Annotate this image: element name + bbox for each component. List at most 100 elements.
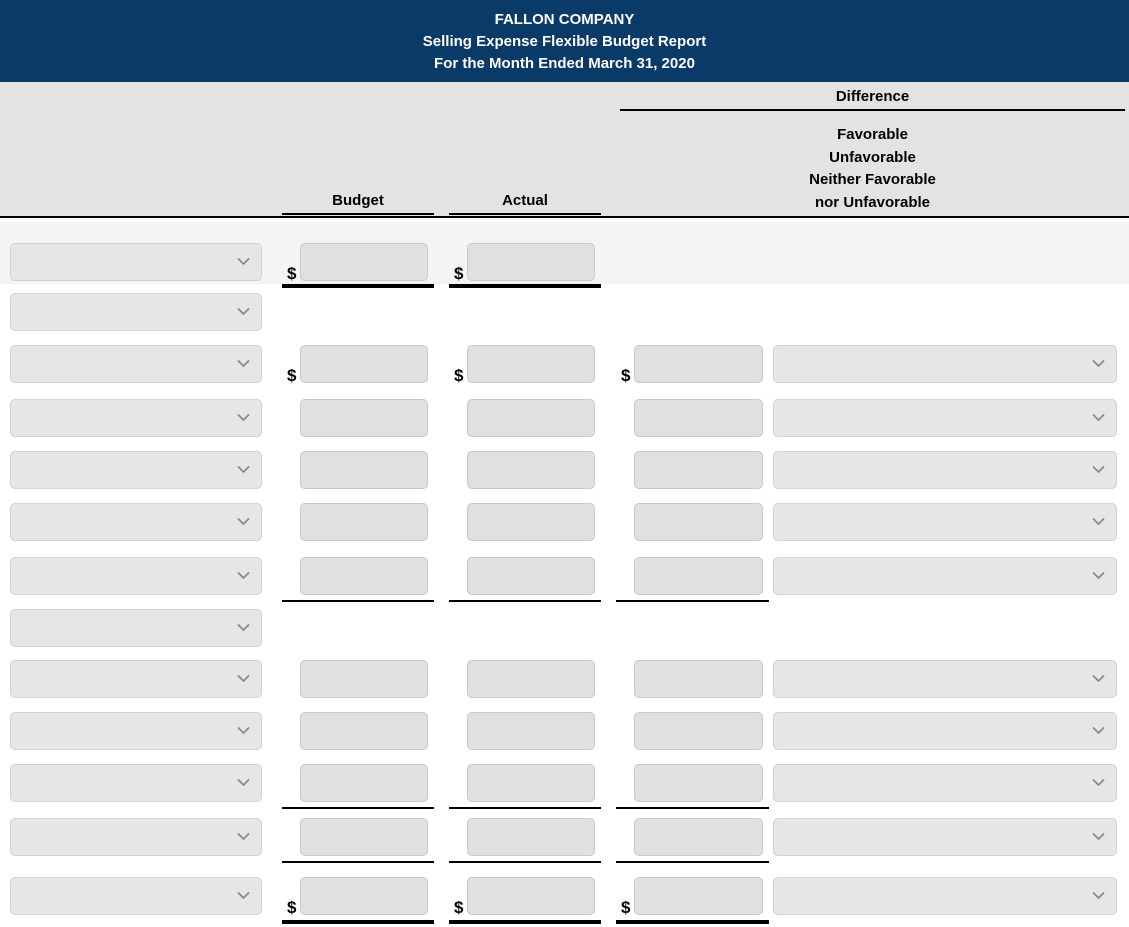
chevron-down-icon (237, 621, 250, 634)
chevron-down-icon (237, 724, 250, 737)
row-13-actual-currency-symbol: $ (454, 898, 464, 917)
row-10-difference-select[interactable] (773, 712, 1117, 750)
row-3-actual-input[interactable] (467, 345, 595, 383)
difference-option-neither-2: nor Unfavorable (814, 193, 931, 211)
row-13-a-total-rule (449, 920, 601, 924)
chevron-down-icon (237, 305, 250, 318)
row-13-account-select[interactable] (10, 877, 262, 915)
row-1-a-total-rule (449, 284, 601, 288)
budget-column-header: Budget (282, 192, 434, 215)
difference-options-legend: Favorable Unfavorable Neither Favorable … (620, 124, 1125, 214)
row-7-account-select[interactable] (10, 557, 262, 595)
row-3-budget-input[interactable] (300, 345, 428, 383)
row-10-actual-input[interactable] (467, 712, 595, 750)
row-10-account-select[interactable] (10, 712, 262, 750)
report-title-block: FALLON COMPANY Selling Expense Flexible … (0, 0, 1129, 82)
row-3-account-select[interactable] (10, 345, 262, 383)
row-12-actual-input[interactable] (467, 818, 595, 856)
row-9-budget-input[interactable] (300, 660, 428, 698)
report-period: For the Month Ended March 31, 2020 (434, 55, 695, 72)
row-13-budget-currency-symbol: $ (287, 898, 297, 917)
row-6-account-select[interactable] (10, 503, 262, 541)
row-3-difference-input[interactable] (634, 345, 763, 383)
row-8-account-select[interactable] (10, 609, 262, 647)
row-4-account-select[interactable] (10, 399, 262, 437)
row-5-difference-select[interactable] (773, 451, 1117, 489)
row-7-budget-input[interactable] (300, 557, 428, 595)
row-3-difference-select[interactable] (773, 345, 1117, 383)
row-6-difference-input[interactable] (634, 503, 763, 541)
row-11-difference-input[interactable] (634, 764, 763, 802)
row-9-difference-input[interactable] (634, 660, 763, 698)
row-12-difference-select[interactable] (773, 818, 1117, 856)
actual-column-header: Actual (449, 192, 601, 215)
row-13-difference-select[interactable] (773, 877, 1117, 915)
chevron-down-icon (237, 411, 250, 424)
row-3-actual-currency-symbol: $ (454, 366, 464, 385)
row-2-account-select[interactable] (10, 293, 262, 331)
row-1-account-select[interactable] (10, 243, 262, 281)
row-12-b-total-rule (282, 861, 434, 863)
row-13-difference-input[interactable] (634, 877, 763, 915)
row-12-a-total-rule (449, 861, 601, 863)
row-11-budget-input[interactable] (300, 764, 428, 802)
row-3-budget-currency-symbol: $ (287, 366, 297, 385)
row-5-difference-input[interactable] (634, 451, 763, 489)
row-7-a-total-rule (449, 600, 601, 602)
row-11-a-total-rule (449, 807, 601, 809)
difference-title-rule (620, 109, 1125, 111)
row-9-actual-input[interactable] (467, 660, 595, 698)
column-header-band: Difference Favorable Unfavorable Neither… (0, 82, 1129, 218)
row-7-difference-select[interactable] (773, 557, 1117, 595)
row-6-budget-input[interactable] (300, 503, 428, 541)
row-12-d-total-rule (616, 861, 769, 863)
row-11-b-total-rule (282, 807, 434, 809)
row-10-difference-input[interactable] (634, 712, 763, 750)
chevron-down-icon (237, 463, 250, 476)
row-7-d-total-rule (616, 600, 769, 602)
row-11-actual-input[interactable] (467, 764, 595, 802)
row-1-actual-currency-symbol: $ (454, 264, 464, 283)
chevron-down-icon (237, 672, 250, 685)
row-7-difference-input[interactable] (634, 557, 763, 595)
row-1-budget-currency-symbol: $ (287, 264, 297, 283)
row-12-difference-input[interactable] (634, 818, 763, 856)
row-1-budget-input[interactable] (300, 243, 428, 281)
row-4-budget-input[interactable] (300, 399, 428, 437)
difference-column-title: Difference (835, 88, 910, 105)
row-5-budget-input[interactable] (300, 451, 428, 489)
statement-name: Selling Expense Flexible Budget Report (422, 33, 707, 50)
row-13-b-total-rule (282, 920, 434, 924)
row-5-account-select[interactable] (10, 451, 262, 489)
row-3-difference-currency-symbol: $ (621, 366, 631, 385)
row-12-budget-input[interactable] (300, 818, 428, 856)
row-6-actual-input[interactable] (467, 503, 595, 541)
row-4-difference-input[interactable] (634, 399, 763, 437)
row-13-difference-currency-symbol: $ (621, 898, 631, 917)
chevron-down-icon (237, 357, 250, 370)
row-5-actual-input[interactable] (467, 451, 595, 489)
chevron-down-icon (1092, 672, 1105, 685)
row-1-actual-input[interactable] (467, 243, 595, 281)
chevron-down-icon (1092, 776, 1105, 789)
row-7-actual-input[interactable] (467, 557, 595, 595)
row-7-b-total-rule (282, 600, 434, 602)
row-9-difference-select[interactable] (773, 660, 1117, 698)
chevron-down-icon (1092, 724, 1105, 737)
difference-option-neither-1: Neither Favorable (809, 171, 936, 188)
row-11-difference-select[interactable] (773, 764, 1117, 802)
row-10-budget-input[interactable] (300, 712, 428, 750)
chevron-down-icon (237, 889, 250, 902)
row-4-difference-select[interactable] (773, 399, 1117, 437)
row-13-actual-input[interactable] (467, 877, 595, 915)
budget-report-page: FALLON COMPANY Selling Expense Flexible … (0, 0, 1129, 927)
row-9-account-select[interactable] (10, 660, 262, 698)
row-13-budget-input[interactable] (300, 877, 428, 915)
chevron-down-icon (237, 569, 250, 582)
row-11-account-select[interactable] (10, 764, 262, 802)
row-12-account-select[interactable] (10, 818, 262, 856)
chevron-down-icon (1092, 830, 1105, 843)
difference-option-favorable: Favorable (837, 126, 908, 143)
row-4-actual-input[interactable] (467, 399, 595, 437)
row-6-difference-select[interactable] (773, 503, 1117, 541)
